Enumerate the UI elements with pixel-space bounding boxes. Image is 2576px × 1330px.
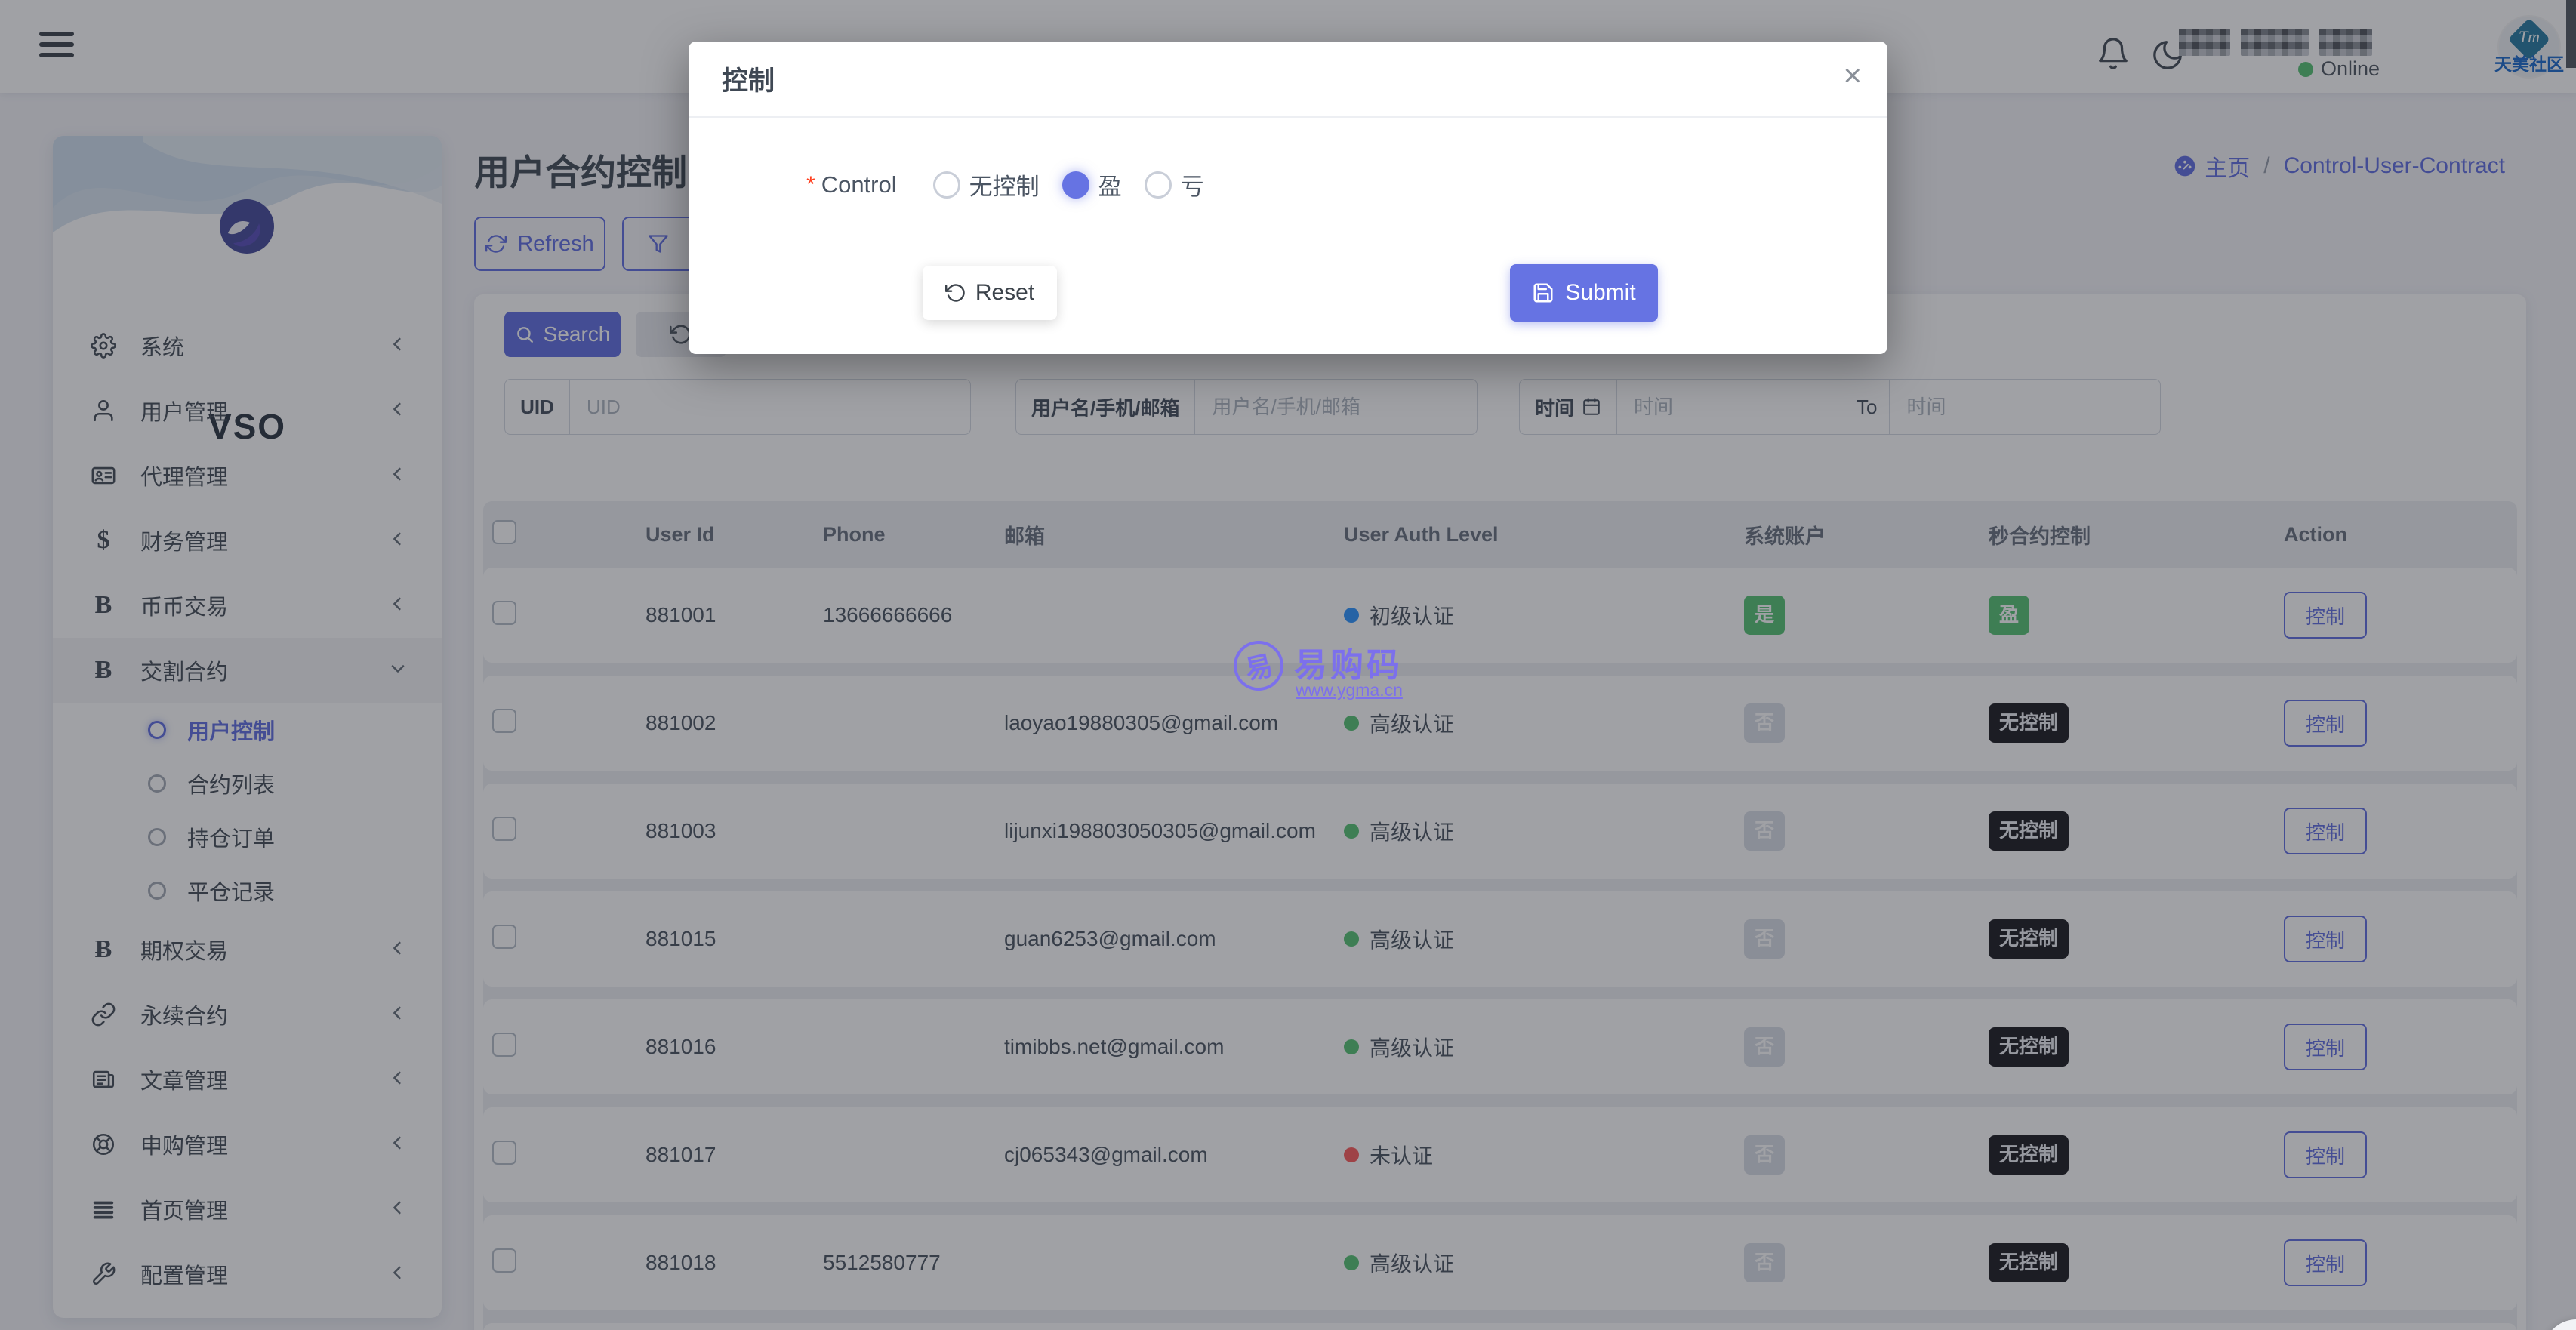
radio-option-win[interactable]: 盈 [1062, 168, 1122, 202]
watermark-title: 易购码 [1294, 647, 1403, 684]
radio-option-lose[interactable]: 亏 [1144, 168, 1204, 202]
radio-icon[interactable] [932, 171, 960, 199]
watermark-url: www.ygma.cn [1296, 680, 1403, 700]
save-icon [1533, 283, 1553, 303]
radio-option-label: 无控制 [969, 174, 1040, 200]
modal-reset-button[interactable]: Reset [923, 266, 1057, 320]
required-asterisk: * [806, 171, 815, 197]
modal-header: 控制 × [689, 42, 1887, 118]
watermark: 易 易购码 www.ygma.cn [1228, 636, 1460, 706]
close-icon[interactable]: × [1843, 60, 1862, 91]
app-root: Online Tm 天美社区 VSO 系统 用户管理 代理管理 $ 财务管理 B… [0, 0, 2576, 1330]
radio-option-no-control[interactable]: 无控制 [932, 168, 1040, 202]
modal-title: 控制 [722, 66, 775, 96]
modal-reset-label: Reset [975, 280, 1035, 305]
modal-submit-button[interactable]: Submit [1510, 264, 1658, 322]
radio-icon[interactable] [1144, 171, 1172, 199]
radio-option-label: 亏 [1180, 174, 1204, 200]
control-modal: 控制 × * Control 无控制 盈 亏 Reset Submit [689, 42, 1887, 354]
watermark-logo-icon: 易 [1228, 636, 1289, 696]
control-field-label: Control [821, 171, 897, 198]
control-field-row: * Control 无控制 盈 亏 [806, 168, 1204, 202]
rotate-ccw-icon [944, 284, 965, 302]
radio-icon[interactable] [1062, 171, 1089, 199]
radio-option-label: 盈 [1098, 174, 1122, 200]
modal-submit-label: Submit [1565, 280, 1636, 305]
